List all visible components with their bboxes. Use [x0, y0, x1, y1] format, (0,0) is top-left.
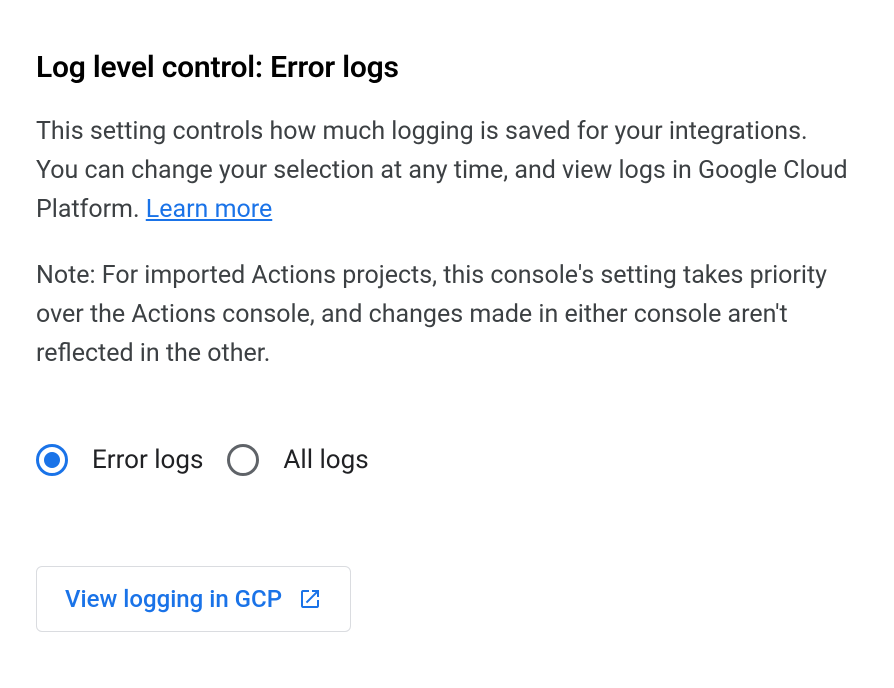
description-paragraph: This setting controls how much logging i…	[36, 113, 856, 229]
view-logging-button[interactable]: View logging in GCP	[36, 566, 351, 632]
external-link-icon	[298, 587, 322, 611]
radio-label-error-logs: Error logs	[92, 445, 203, 475]
learn-more-link[interactable]: Learn more	[146, 195, 272, 224]
view-button-label: View logging in GCP	[65, 585, 282, 613]
log-level-radio-group: Error logs All logs	[36, 444, 858, 476]
radio-option-all-logs[interactable]: All logs	[227, 444, 368, 476]
radio-circle-icon	[227, 444, 259, 476]
radio-circle-icon	[36, 444, 68, 476]
section-heading: Log level control: Error logs	[36, 50, 858, 85]
radio-option-error-logs[interactable]: Error logs	[36, 444, 203, 476]
note-paragraph: Note: For imported Actions projects, thi…	[36, 257, 856, 373]
radio-label-all-logs: All logs	[283, 445, 368, 475]
